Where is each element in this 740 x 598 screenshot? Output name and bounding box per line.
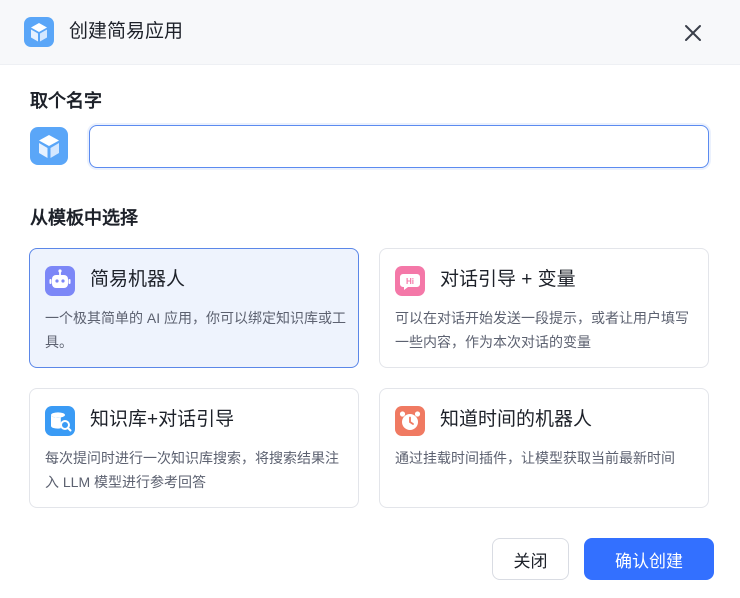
template-description: 通过挂载时间插件，让模型获取当前最新时间	[395, 450, 675, 466]
confirm-create-button[interactable]: 确认创建	[584, 538, 714, 580]
template-card-simple-robot[interactable]: 简易机器人 一个极其简单的 AI 应用，你可以绑定知识库或工具。	[29, 248, 359, 368]
template-title: 知识库+对话引导	[90, 409, 235, 430]
template-description: 可以在对话开始发送一段提示，或者让用户填写一些内容，作为本次对话的变量	[395, 310, 689, 350]
close-button[interactable]: 关闭	[492, 538, 569, 580]
robot-icon	[45, 266, 75, 296]
template-description: 一个极其简单的 AI 应用，你可以绑定知识库或工具。	[45, 310, 347, 350]
alarm-clock-icon	[395, 406, 425, 436]
hi-chat-icon: Hi	[395, 266, 425, 296]
database-search-icon	[45, 406, 75, 436]
app-avatar-icon[interactable]	[30, 127, 68, 165]
template-section-title: 从模板中选择	[30, 208, 138, 228]
template-card-knowledge-base-guide[interactable]: 知识库+对话引导 每次提问时进行一次知识库搜索，将搜索结果注入 LLM 模型进行…	[29, 388, 359, 508]
template-card-chat-guide-variables[interactable]: Hi 对话引导 + 变量 可以在对话开始发送一段提示，或者让用户填写一些内容，作…	[379, 248, 709, 368]
close-icon[interactable]	[680, 20, 706, 46]
template-title: 对话引导 + 变量	[440, 269, 576, 290]
template-card-time-aware-robot[interactable]: 知道时间的机器人 通过挂载时间插件，让模型获取当前最新时间	[379, 388, 709, 508]
template-title: 知道时间的机器人	[440, 409, 593, 430]
dialog-header: 创建简易应用	[0, 0, 740, 65]
template-title: 简易机器人	[90, 269, 186, 290]
svg-text:Hi: Hi	[406, 277, 414, 286]
app-name-input[interactable]	[89, 125, 709, 168]
template-description: 每次提问时进行一次知识库搜索，将搜索结果注入 LLM 模型进行参考回答	[45, 450, 339, 490]
cube-app-icon	[24, 17, 54, 47]
dialog-title: 创建简易应用	[69, 21, 184, 42]
name-section-title: 取个名字	[30, 91, 102, 111]
